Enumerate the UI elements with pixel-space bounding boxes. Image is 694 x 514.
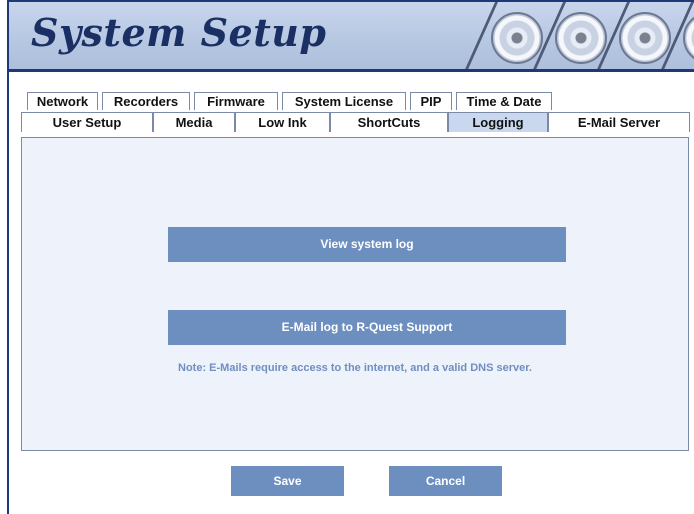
disc-icon <box>619 12 671 64</box>
cancel-button[interactable]: Cancel <box>389 466 502 496</box>
view-system-log-button[interactable]: View system log <box>168 227 566 262</box>
header-banner: System Setup <box>9 0 694 72</box>
tab-time-date[interactable]: Time & Date <box>456 92 552 110</box>
email-log-button[interactable]: E-Mail log to R-Quest Support <box>168 310 566 345</box>
email-note: Note: E-Mails require access to the inte… <box>178 362 532 374</box>
save-button[interactable]: Save <box>231 466 344 496</box>
tab-shortcuts[interactable]: ShortCuts <box>330 112 448 132</box>
disc-icon <box>555 12 607 64</box>
tab-media[interactable]: Media <box>153 112 235 132</box>
tab-network[interactable]: Network <box>27 92 98 110</box>
tab-recorders[interactable]: Recorders <box>102 92 190 110</box>
tab-low-ink[interactable]: Low Ink <box>235 112 330 132</box>
tab-firmware[interactable]: Firmware <box>194 92 278 110</box>
system-setup-window: System Setup Network Recorders Firmware … <box>7 0 694 514</box>
tab-system-license[interactable]: System License <box>282 92 406 110</box>
disc-icon <box>491 12 543 64</box>
tab-email-server[interactable]: E-Mail Server <box>548 112 690 132</box>
page-title: System Setup <box>31 10 327 55</box>
disc-decoration <box>462 2 694 69</box>
tab-user-setup[interactable]: User Setup <box>21 112 153 132</box>
logging-panel: View system log E-Mail log to R-Quest Su… <box>21 137 689 451</box>
tab-pip[interactable]: PIP <box>410 92 452 110</box>
settings-tabs: Network Recorders Firmware System Licens… <box>21 92 691 138</box>
tab-logging[interactable]: Logging <box>448 112 548 132</box>
